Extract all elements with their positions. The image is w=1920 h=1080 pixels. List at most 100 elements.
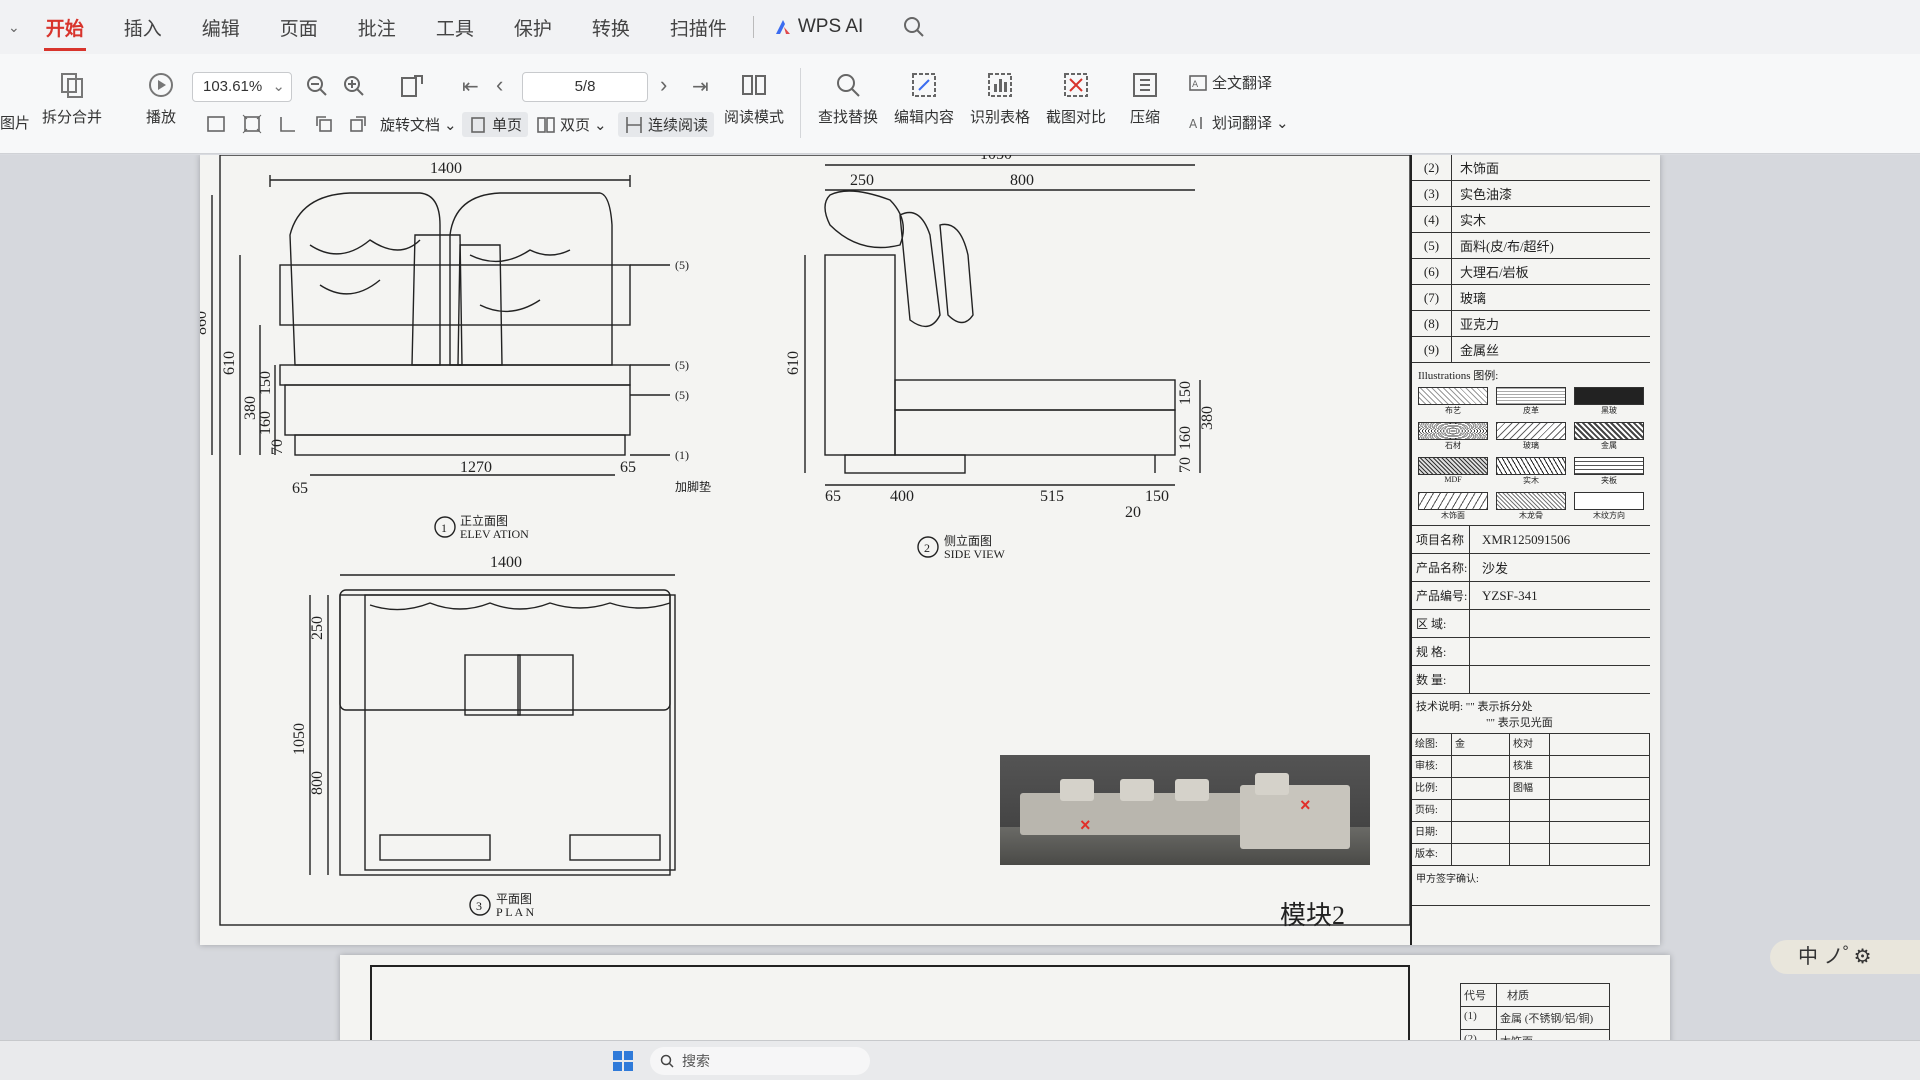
side-65-dim: 65 bbox=[825, 488, 841, 505]
foot-pad-label: 加脚垫 bbox=[675, 479, 711, 494]
material-code: (2) bbox=[1412, 155, 1452, 180]
side-250-dim: 250 bbox=[850, 172, 874, 189]
front-160-dim: 160 bbox=[257, 411, 274, 435]
legend-swatch bbox=[1574, 422, 1644, 440]
tech-note-line1: 技术说明: "" 表示拆分处 bbox=[1416, 701, 1533, 713]
rotate-right-icon[interactable] bbox=[348, 114, 368, 134]
menu-comment[interactable]: 批注 bbox=[356, 8, 398, 47]
document-viewport[interactable]: 1400 1270 860 610 380 150 160 70 65 65 (… bbox=[0, 155, 1920, 1080]
edit-content-button[interactable]: 编辑内容 bbox=[894, 70, 954, 127]
material-list: (2) 木饰面 (3) 实色油漆 (4) 实木 (5) 面料(皮/布/超纤) (6) 大理石/岩板… bbox=[1412, 155, 1650, 363]
info-row: 规 格: bbox=[1412, 638, 1650, 666]
sign-cell: 日期: bbox=[1412, 822, 1452, 844]
front-label-5b: (5) bbox=[675, 358, 689, 372]
page-number-input[interactable]: 5/8 bbox=[522, 72, 648, 102]
first-page-icon[interactable]: ⇤ bbox=[462, 74, 479, 99]
screenshot-compare-button[interactable]: 截图对比 bbox=[1046, 70, 1106, 127]
legend-swatch bbox=[1418, 422, 1488, 440]
recognize-table-button[interactable]: 识别表格 bbox=[970, 70, 1030, 127]
double-page-button[interactable]: 双页 ⌄ bbox=[536, 114, 607, 135]
zoom-select[interactable]: 103.61% ⌄ bbox=[192, 72, 292, 102]
plan-800-dim: 800 bbox=[309, 771, 326, 795]
find-replace-label: 查找替换 bbox=[818, 109, 879, 126]
legend-label: 木饰面 bbox=[1441, 511, 1465, 520]
legend-label: 木纹方向 bbox=[1593, 511, 1625, 520]
material-name: 大理石/岩板 bbox=[1460, 265, 1529, 280]
zoom-in-icon[interactable] bbox=[342, 74, 366, 98]
info-key: 规 格: bbox=[1412, 638, 1470, 665]
word-translate-button[interactable]: A 划词翻译 ⌄ bbox=[1188, 112, 1289, 133]
sign-cell bbox=[1452, 778, 1510, 800]
menu-protect[interactable]: 保护 bbox=[512, 8, 554, 47]
rotate-document-button[interactable]: 旋转文档 ⌄ bbox=[380, 114, 457, 135]
side-380-dim: 380 bbox=[1199, 406, 1216, 430]
prev-page-icon[interactable]: ‹ bbox=[496, 72, 503, 98]
last-page-icon[interactable]: ⇥ bbox=[692, 74, 709, 99]
fit-width-icon[interactable] bbox=[242, 114, 262, 134]
side-400-dim: 400 bbox=[890, 488, 914, 505]
side-caption-num: 2 bbox=[924, 541, 930, 555]
legend-grid: 布艺 皮革 黑玻 石材 玻璃 金属 MDF 实木 夹板 木饰面 木龙骨 木纹方向 bbox=[1418, 387, 1644, 521]
menu-page[interactable]: 页面 bbox=[278, 8, 320, 47]
wps-ai-logo-icon bbox=[775, 20, 790, 34]
wps-ai-label: WPS AI bbox=[797, 16, 864, 37]
wps-ai-button[interactable]: WPS AI bbox=[774, 16, 863, 38]
split-merge-button[interactable]: 拆分合并 bbox=[42, 70, 102, 127]
page-rotate-icon[interactable] bbox=[398, 72, 426, 100]
side-caption-cn: 侧立面图 bbox=[944, 533, 992, 548]
sign-cell bbox=[1452, 844, 1510, 866]
read-mode-button[interactable]: 阅读模式 bbox=[724, 70, 784, 127]
ime-toolbar[interactable]: 中 ノ ゚ ⚙ bbox=[1770, 940, 1920, 974]
windows-start-icon[interactable] bbox=[612, 1050, 634, 1072]
next-page-icon[interactable]: › bbox=[660, 72, 667, 98]
compress-button[interactable]: 压缩 bbox=[1130, 70, 1160, 127]
tech-note: 技术说明: "" 表示拆分处 "" 表示见光面 bbox=[1412, 694, 1650, 734]
find-replace-button[interactable]: 查找替换 bbox=[818, 70, 878, 127]
actual-size-icon[interactable] bbox=[278, 114, 298, 134]
menu-home[interactable]: 开始 bbox=[43, 8, 86, 51]
material-name: 实木 bbox=[1460, 213, 1487, 228]
ribbon-toolbar: 图片 拆分合并 播放 103.61% ⌄ ⇤ ‹ 5/8 › ⇥ 阅读模式 旋转文… bbox=[0, 54, 1920, 154]
menu-convert[interactable]: 转换 bbox=[590, 8, 632, 47]
table-chart-icon bbox=[988, 73, 1012, 97]
product-info: 产品名称: 沙发 产品编号: YZSF-341 区 域: 规 格: 数 量: bbox=[1412, 554, 1650, 694]
legend-label: 实木 bbox=[1523, 476, 1539, 485]
side-caption-en: SIDE VIEW bbox=[944, 547, 1005, 561]
magnifier-icon bbox=[837, 74, 860, 97]
legend-item: 木龙骨 bbox=[1496, 492, 1566, 521]
legend-item: 夹板 bbox=[1574, 457, 1644, 486]
legend-swatch bbox=[1418, 387, 1488, 405]
zoom-out-icon[interactable] bbox=[305, 74, 329, 98]
play-icon bbox=[149, 73, 173, 97]
front-caption-en: ELEV ATION bbox=[460, 527, 529, 541]
front-label-5a: (5) bbox=[675, 258, 689, 272]
menu-insert[interactable]: 插入 bbox=[122, 8, 164, 47]
single-page-button[interactable]: 单页 bbox=[462, 112, 529, 137]
plan-1050-dim: 1050 bbox=[291, 723, 308, 755]
legend-item: 木纹方向 bbox=[1574, 492, 1644, 521]
sign-grid: 绘图: 金校对 审核: 核准 比例: 图幅 页码: 日期: 版本: bbox=[1412, 734, 1650, 866]
front-label-1: (1) bbox=[675, 448, 689, 462]
continuous-read-button[interactable]: 连续阅读 bbox=[618, 112, 715, 137]
material-row: (6) 大理石/岩板 bbox=[1412, 259, 1650, 285]
material-code: (4) bbox=[1412, 207, 1452, 232]
play-button[interactable]: 播放 bbox=[146, 70, 176, 127]
fit-page-icon[interactable] bbox=[206, 114, 226, 134]
image-button[interactable]: 图片 bbox=[0, 112, 30, 133]
legend-swatch bbox=[1496, 457, 1566, 475]
info-row: 产品编号: YZSF-341 bbox=[1412, 582, 1650, 610]
plan-caption-cn: 平面图 bbox=[496, 892, 532, 906]
split-merge-icon bbox=[61, 73, 83, 98]
collapse-chevron-icon[interactable]: ⌄ bbox=[8, 19, 20, 36]
rotate-left-icon[interactable] bbox=[314, 114, 334, 134]
taskbar-search[interactable]: 搜索 bbox=[650, 1047, 870, 1075]
full-translate-button[interactable]: A 全文翻译 bbox=[1188, 72, 1272, 93]
menu-scan[interactable]: 扫描件 bbox=[668, 8, 729, 47]
front-inner-width-dim: 1270 bbox=[460, 459, 492, 476]
sign-cell bbox=[1452, 822, 1510, 844]
plan-view: 1400 250 1050 800 3 平面图 P L A N bbox=[291, 554, 676, 919]
menu-edit[interactable]: 编辑 bbox=[200, 8, 242, 47]
sign-cell bbox=[1550, 778, 1650, 800]
menu-tools[interactable]: 工具 bbox=[434, 8, 476, 47]
search-icon[interactable] bbox=[903, 16, 925, 38]
